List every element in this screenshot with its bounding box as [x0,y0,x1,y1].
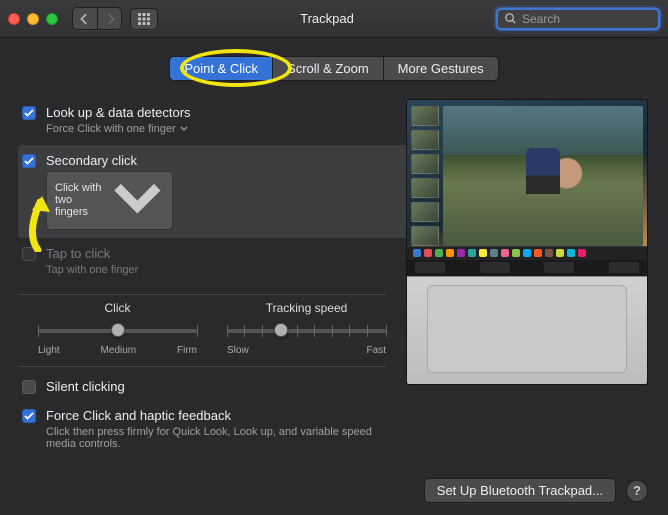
option-lookup-title: Look up & data detectors [46,105,191,120]
option-force-click[interactable]: Force Click and haptic feedback Click th… [20,402,386,458]
trackpad-preview [406,99,648,385]
preview-trackpad [407,276,647,384]
check-icon [24,156,34,166]
checkbox-force-click[interactable] [22,409,36,423]
grid-icon [137,12,151,26]
option-lookup-menu[interactable]: Force Click with one finger [46,123,191,135]
footer: Set Up Bluetooth Trackpad... ? [424,478,648,503]
window-toolbar: Trackpad [0,0,668,38]
close-window-button[interactable] [8,13,20,25]
option-secondary-click-title: Secondary click [46,153,173,168]
show-all-button[interactable] [130,8,158,30]
preview-screen [407,100,647,246]
chevron-down-icon [111,174,164,227]
click-slider-knob[interactable] [111,323,125,337]
window-title: Trackpad [166,11,488,26]
help-button[interactable]: ? [626,480,648,502]
option-lookup[interactable]: Look up & data detectors Force Click wit… [20,99,386,143]
check-icon [24,411,34,421]
checkbox-tap-to-click[interactable] [22,247,36,261]
setup-bluetooth-button[interactable]: Set Up Bluetooth Trackpad... [424,478,616,503]
zoom-window-button[interactable] [46,13,58,25]
tabs-bar: Point & Click Scroll & Zoom More Gesture… [20,56,648,81]
option-secondary-click-menu[interactable]: Click with two fingers [46,171,173,230]
tracking-speed-slider: Tracking speed Slow Fast [227,301,386,356]
option-silent-title: Silent clicking [46,379,125,394]
preview-photo [443,106,643,246]
divider [20,366,386,367]
tracking-slider-track[interactable] [227,321,386,343]
chevron-down-icon [180,125,188,133]
back-button[interactable] [73,8,97,29]
divider [20,294,386,295]
tab-scroll-and-zoom[interactable]: Scroll & Zoom [272,57,383,80]
nav-segmented-control [72,7,122,30]
check-icon [24,108,34,118]
option-tap-to-click[interactable]: Tap to click Tap with one finger [20,240,386,284]
checkbox-silent-clicking[interactable] [22,380,36,394]
forward-button[interactable] [97,8,121,29]
option-tap-to-click-title: Tap to click [46,246,138,261]
click-slider-track[interactable] [38,321,197,343]
chevron-left-icon [79,13,91,25]
option-silent-clicking[interactable]: Silent clicking [20,373,386,402]
tab-point-and-click[interactable]: Point & Click [170,57,272,80]
minimize-window-button[interactable] [27,13,39,25]
click-strength-slider: Click Light Medium Firm [38,301,197,356]
option-force-click-title: Force Click and haptic feedback [46,408,386,423]
chevron-right-icon [104,13,116,25]
option-secondary-click[interactable]: Secondary click Click with two fingers [18,145,406,238]
option-force-click-sub: Click then press firmly for Quick Look, … [46,426,386,450]
search-input[interactable] [522,12,668,26]
search-field[interactable] [496,8,660,30]
tab-more-gestures[interactable]: More Gestures [383,57,498,80]
window-controls [8,13,58,25]
options-list: Look up & data detectors Force Click wit… [20,99,386,458]
tracking-slider-knob[interactable] [274,323,288,337]
checkbox-secondary-click[interactable] [22,154,36,168]
search-icon [504,12,517,25]
tracking-slider-title: Tracking speed [227,301,386,315]
checkbox-lookup[interactable] [22,106,36,120]
option-tap-to-click-sub: Tap with one finger [46,264,138,276]
click-slider-title: Click [38,301,197,315]
